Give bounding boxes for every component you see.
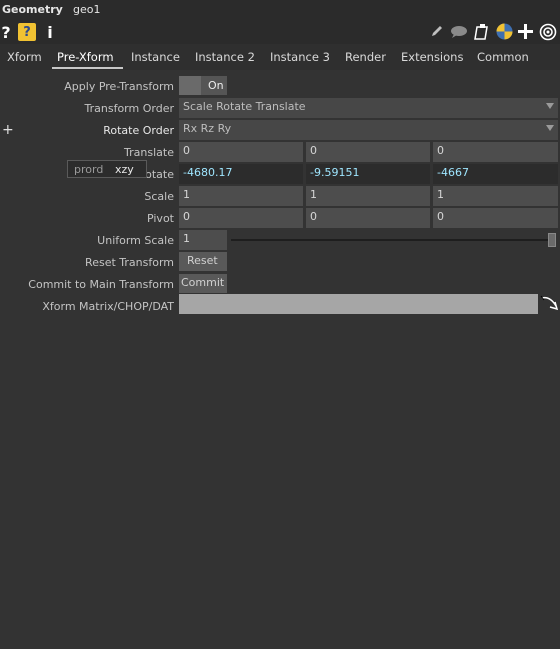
toggle-knob: [179, 76, 201, 95]
xform-matrix-field[interactable]: [179, 294, 538, 314]
scale-z-field[interactable]: 1: [433, 186, 558, 206]
param-label: Xform Matrix/CHOP/DAT: [42, 300, 174, 313]
param-name-tooltip: prord xzy: [67, 160, 147, 178]
param-pivot: Pivot 0 0 0: [0, 208, 560, 230]
rotate-y-field[interactable]: -9.59151: [306, 164, 430, 184]
operator-name[interactable]: geo1: [73, 3, 100, 16]
param-label: Apply Pre-Transform: [64, 80, 174, 93]
param-label: Reset Transform: [85, 256, 174, 269]
param-scale: Scale 1 1 1: [0, 186, 560, 208]
transform-order-menu[interactable]: Scale Rotate Translate: [179, 98, 558, 118]
pencil-icon[interactable]: [430, 24, 444, 38]
translate-x-field[interactable]: 0: [179, 142, 303, 162]
plus-icon[interactable]: [518, 24, 533, 39]
clipboard-icon[interactable]: [474, 23, 490, 40]
uniform-scale-slider-handle[interactable]: [548, 233, 556, 247]
active-tab-underline: [52, 67, 123, 69]
chevron-down-icon: [546, 103, 554, 109]
apply-pretransform-toggle[interactable]: On: [179, 76, 227, 95]
tab-common[interactable]: Common: [477, 50, 529, 64]
tab-extensions[interactable]: Extensions: [401, 50, 463, 64]
param-commit-transform: Commit to Main Transform Commit: [0, 274, 560, 296]
chevron-down-icon: [546, 125, 554, 131]
param-label: Scale: [144, 190, 174, 203]
scale-y-field[interactable]: 1: [306, 186, 430, 206]
help-icon[interactable]: ?: [0, 22, 12, 42]
param-label: Pivot: [146, 212, 174, 225]
tab-pre-xform[interactable]: Pre-Xform: [57, 50, 114, 64]
python-icon[interactable]: [496, 23, 513, 40]
rotate-z-field[interactable]: -4667: [433, 164, 558, 184]
param-transform-order: Transform Order Scale Rotate Translate: [0, 98, 560, 120]
menu-value: Rx Rz Ry: [183, 122, 232, 135]
uniform-scale-slider-track[interactable]: [231, 239, 553, 241]
param-label: Transform Order: [84, 102, 174, 115]
rotate-order-menu[interactable]: Rx Rz Ry: [179, 120, 558, 140]
tab-instance-3[interactable]: Instance 3: [270, 50, 330, 64]
tab-xform[interactable]: Xform: [7, 50, 42, 64]
icon-toolbar: ? ? i: [0, 20, 560, 44]
tooltip-param-name: prord: [74, 163, 104, 176]
uniform-scale-field[interactable]: 1: [179, 230, 227, 250]
param-rotate-order: Rotate Order Rx Rz Ry: [0, 120, 560, 142]
param-apply-pretransform: Apply Pre-Transform On: [0, 76, 560, 98]
tab-instance-2[interactable]: Instance 2: [195, 50, 255, 64]
reset-button[interactable]: Reset: [179, 252, 227, 271]
comment-icon[interactable]: [450, 25, 468, 38]
tab-render[interactable]: Render: [345, 50, 386, 64]
param-label: Uniform Scale: [97, 234, 174, 247]
toggle-state: On: [208, 79, 224, 92]
pivot-z-field[interactable]: 0: [433, 208, 558, 228]
commit-button[interactable]: Commit: [179, 274, 227, 293]
param-label: otate: [145, 168, 174, 181]
info-icon[interactable]: i: [45, 22, 55, 42]
menu-value: Scale Rotate Translate: [183, 100, 306, 113]
param-label: Translate: [124, 146, 174, 159]
tooltip-param-value: xzy: [115, 163, 134, 176]
operator-type: Geometry: [2, 3, 63, 16]
rotate-x-field[interactable]: -4680.17: [179, 164, 303, 184]
pivot-x-field[interactable]: 0: [179, 208, 303, 228]
title-bar: Geometry geo1: [0, 0, 560, 20]
pivot-y-field[interactable]: 0: [306, 208, 430, 228]
param-label: Rotate Order: [103, 124, 174, 137]
param-uniform-scale: Uniform Scale 1: [0, 230, 560, 252]
translate-z-field[interactable]: 0: [433, 142, 558, 162]
param-label: Commit to Main Transform: [28, 278, 174, 291]
python-help-icon[interactable]: ?: [18, 23, 36, 41]
param-reset-transform: Reset Transform Reset: [0, 252, 560, 274]
target-icon[interactable]: [539, 23, 557, 41]
scale-x-field[interactable]: 1: [179, 186, 303, 206]
tab-instance[interactable]: Instance: [131, 50, 180, 64]
drop-arrow-icon[interactable]: [540, 294, 560, 314]
translate-y-field[interactable]: 0: [306, 142, 430, 162]
